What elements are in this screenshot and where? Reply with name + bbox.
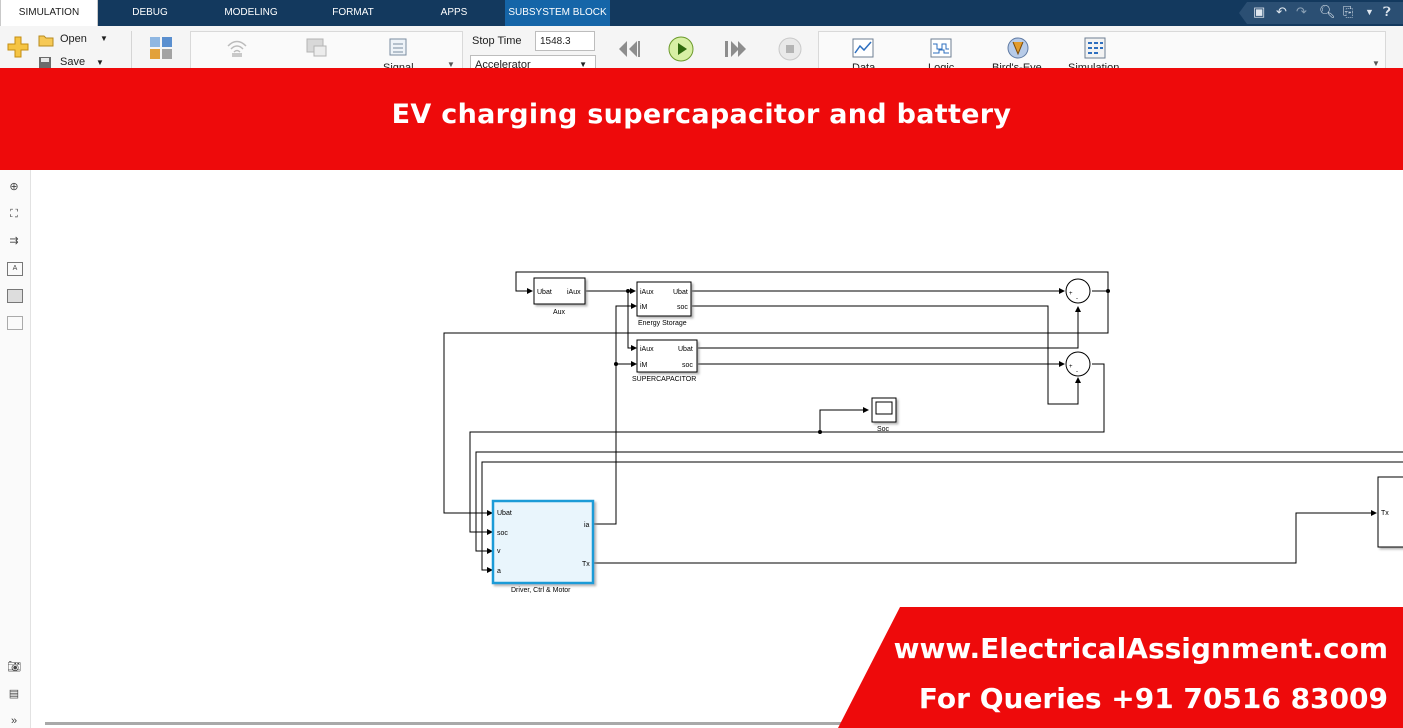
footer-watermark: www.ElectricalAssignment.com For Queries… bbox=[0, 0, 1403, 728]
footer-red-panel bbox=[838, 607, 1403, 728]
